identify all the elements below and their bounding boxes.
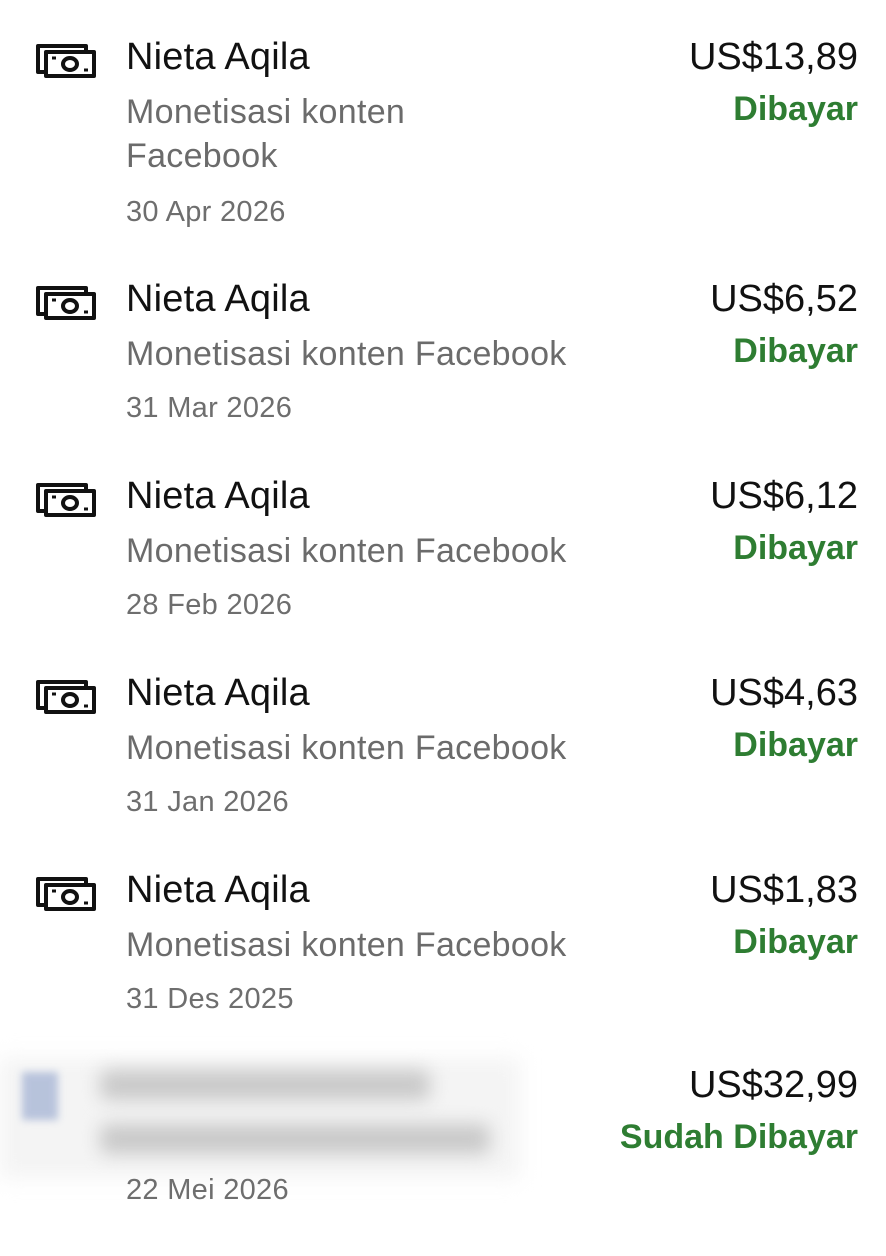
payment-status: Sudah Dibayar: [619, 1118, 858, 1156]
payment-description: Monetisasi konten Facebook: [126, 729, 567, 767]
payment-status: Dibayar: [733, 529, 858, 567]
redacted-name: [100, 1070, 430, 1100]
payment-date: 30 Apr 2026: [126, 196, 286, 228]
payout-row[interactable]: Nieta Aqila Monetisasi konten Facebook 3…: [0, 36, 886, 228]
blurred-avatar: [22, 1072, 58, 1120]
redacted-description: [100, 1124, 490, 1154]
money-bill-icon: [34, 280, 98, 320]
payment-amount: US$32,99: [688, 1064, 858, 1106]
payee-name: Nieta Aqila: [126, 475, 310, 517]
payment-description: Monetisasi konten Facebook: [126, 93, 406, 175]
payment-amount: US$13,89: [688, 36, 858, 78]
payment-amount: US$1,83: [710, 869, 858, 911]
payment-status: Dibayar: [733, 923, 858, 961]
payout-row[interactable]: Nieta Aqila Monetisasi konten Facebook 3…: [0, 869, 886, 1061]
payment-description: Monetisasi konten Facebook: [126, 335, 567, 373]
payout-row[interactable]: 22 Mei 2026 US$32,99 Sudah Dibayar: [0, 1058, 886, 1256]
payment-amount: US$6,52: [710, 278, 858, 320]
money-bill-icon: [34, 477, 98, 517]
payee-name: Nieta Aqila: [126, 278, 310, 320]
payment-description: Monetisasi konten Facebook: [126, 532, 567, 570]
payment-date: 31 Des 2025: [126, 983, 294, 1015]
payout-row[interactable]: Nieta Aqila Monetisasi konten Facebook 2…: [0, 475, 886, 667]
payment-status: Dibayar: [733, 726, 858, 764]
payee-name: Nieta Aqila: [126, 672, 310, 714]
payment-description: Monetisasi konten Facebook: [126, 926, 567, 964]
payment-date: 31 Jan 2026: [126, 786, 289, 818]
money-bill-icon: [34, 871, 98, 911]
money-bill-icon: [34, 38, 98, 78]
payment-date: 22 Mei 2026: [126, 1174, 289, 1206]
payee-name: Nieta Aqila: [126, 36, 310, 78]
payee-name: Nieta Aqila: [126, 869, 310, 911]
payment-amount: US$6,12: [710, 475, 858, 517]
payout-row[interactable]: Nieta Aqila Monetisasi konten Facebook 3…: [0, 278, 886, 470]
money-bill-icon: [34, 674, 98, 714]
payment-amount: US$4,63: [710, 672, 858, 714]
payout-row[interactable]: Nieta Aqila Monetisasi konten Facebook 3…: [0, 672, 886, 864]
payment-status: Dibayar: [733, 90, 858, 128]
payment-status: Dibayar: [733, 332, 858, 370]
payment-date: 28 Feb 2026: [126, 589, 293, 621]
payment-date: 31 Mar 2026: [126, 392, 293, 424]
